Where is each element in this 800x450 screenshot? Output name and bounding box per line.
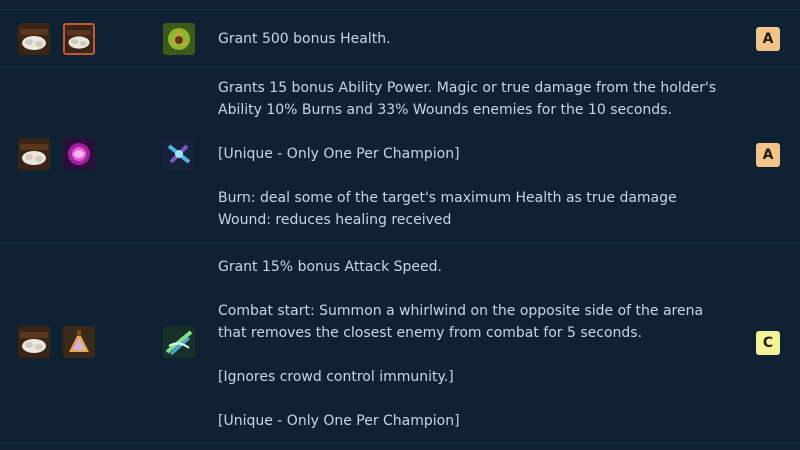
giants-belt-icon[interactable] (18, 326, 50, 358)
table-row: Grant 15% bonus Attack Speed. Combat sta… (0, 242, 800, 443)
tier-badge: A (756, 27, 780, 51)
item-description: Grant 500 bonus Health. (218, 28, 738, 50)
spatula-icon[interactable] (63, 326, 95, 358)
description-line: that removes the closest enemy from comb… (218, 325, 643, 341)
zephyr-icon[interactable] (163, 326, 195, 358)
description-line: Grant 15% bonus Attack Speed. (218, 259, 442, 275)
description-line: [Ignores crowd control immunity.] (218, 369, 454, 385)
item-table: Grant 500 bonus Health. A Grants 15 bonu… (0, 0, 800, 450)
giants-belt-icon[interactable] (63, 23, 95, 55)
description-line: Wound: reduces healing received (218, 212, 452, 228)
description-line: [Unique - Only One Per Champion] (218, 146, 460, 162)
giants-belt-icon[interactable] (18, 138, 50, 170)
description-line: [Unique - Only One Per Champion] (218, 413, 460, 429)
description-line: Grant 500 bonus Health. (218, 31, 391, 47)
tier-badge: C (756, 331, 780, 355)
description-line: Ability 10% Burns and 33% Wounds enemies… (218, 102, 672, 118)
item-description: Grants 15 bonus Ability Power. Magic or … (218, 77, 738, 231)
description-line: Burn: deal some of the target's maximum … (218, 190, 677, 206)
table-row: Grant 500 bonus Health. A (0, 9, 800, 67)
description-line: Combat start: Summon a whirlwind on the … (218, 303, 704, 319)
description-line: Grants 15 bonus Ability Power. Magic or … (218, 80, 717, 96)
table-row: Grants 15 bonus Ability Power. Magic or … (0, 66, 800, 243)
item-description: Grant 15% bonus Attack Speed. Combat sta… (218, 256, 738, 432)
top-divider (0, 0, 800, 9)
magic-orb-icon[interactable] (63, 138, 95, 170)
emblem-icon[interactable] (163, 138, 195, 170)
tier-badge: A (756, 143, 780, 167)
giants-belt-icon[interactable] (18, 23, 50, 55)
warmogs-armor-icon[interactable] (163, 23, 195, 55)
